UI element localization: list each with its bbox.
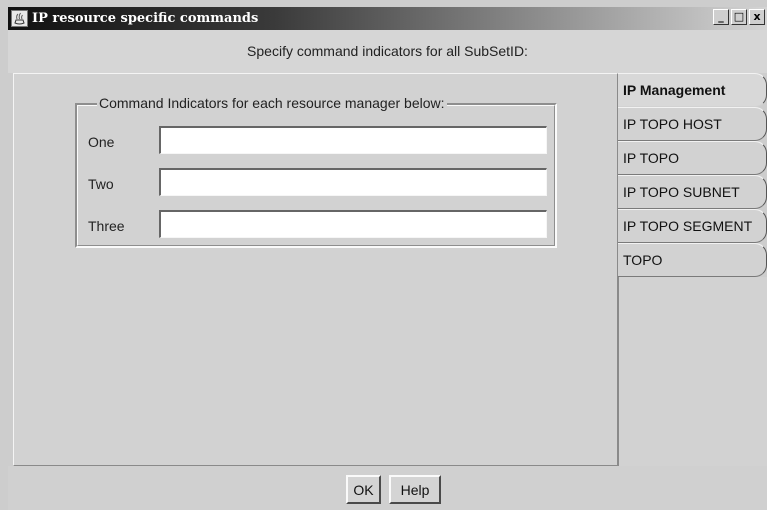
input-two[interactable] <box>159 168 547 196</box>
label-two: Two <box>88 176 114 192</box>
help-button[interactable]: Help <box>389 475 441 504</box>
input-three[interactable] <box>159 210 547 238</box>
dialog-window: IP resource specific commands _ □ x Spec… <box>0 0 767 510</box>
input-one[interactable] <box>159 126 547 154</box>
instruction-text: Specify command indicators for all SubSe… <box>247 43 528 59</box>
tab-topo[interactable]: TOPO <box>618 243 767 277</box>
label-three: Three <box>88 218 125 234</box>
java-app-icon[interactable] <box>11 10 28 27</box>
minimize-button[interactable]: _ <box>713 9 729 25</box>
command-indicators-group: Command Indicators for each resource man… <box>75 95 557 248</box>
tab-ip-topo-subnet[interactable]: IP TOPO SUBNET <box>618 175 767 209</box>
maximize-button[interactable]: □ <box>731 9 747 25</box>
title-bar[interactable]: IP resource specific commands _ □ x <box>8 7 767 30</box>
label-one: One <box>88 134 115 150</box>
window-title: IP resource specific commands <box>32 11 259 26</box>
tab-ip-topo-segment[interactable]: IP TOPO SEGMENT <box>618 209 767 243</box>
tab-content-panel: Command Indicators for each resource man… <box>13 73 618 466</box>
tab-strip-filler <box>618 277 767 466</box>
tab-ip-topo[interactable]: IP TOPO <box>618 141 767 175</box>
tab-ip-topo-host[interactable]: IP TOPO HOST <box>618 107 767 141</box>
resource-tabs: IP Management IP TOPO HOST IP TOPO IP TO… <box>618 73 767 466</box>
tab-ip-management[interactable]: IP Management <box>618 73 767 107</box>
close-button[interactable]: x <box>749 9 765 25</box>
header-panel: Specify command indicators for all SubSe… <box>8 30 767 73</box>
ok-button[interactable]: OK <box>346 475 381 504</box>
group-legend: Command Indicators for each resource man… <box>97 95 447 111</box>
button-bar: OK Help <box>8 466 767 510</box>
